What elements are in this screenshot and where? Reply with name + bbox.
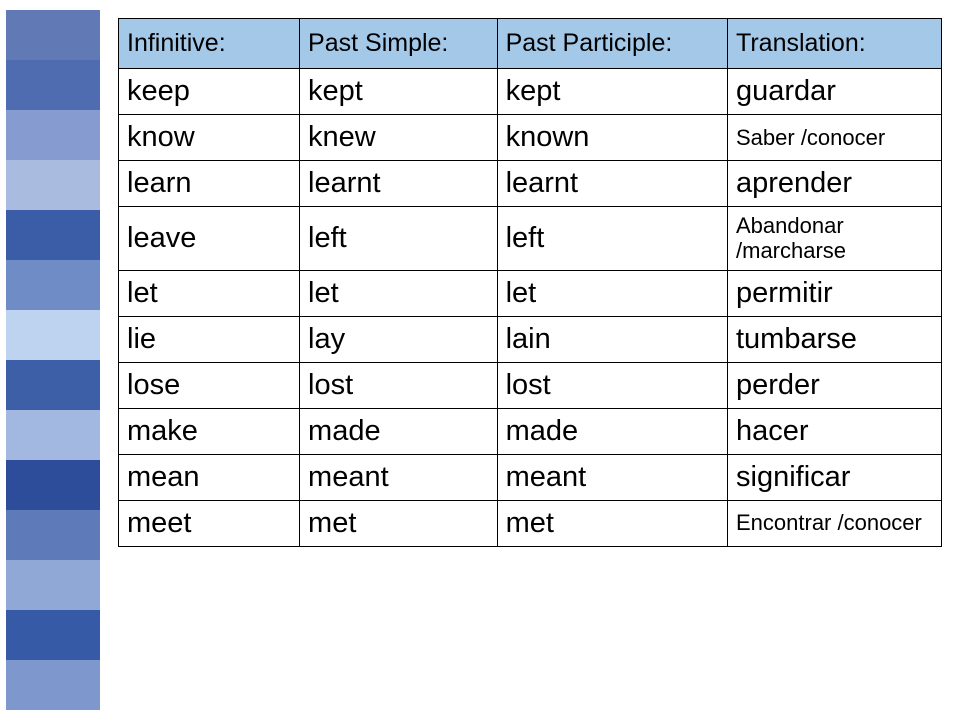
cell-past-simple: learnt: [300, 161, 498, 207]
cell-past-participle: left: [497, 207, 727, 271]
table-row: learnlearntlearntaprender: [119, 161, 942, 207]
stripe: [6, 660, 100, 710]
cell-infinitive: meet: [119, 500, 300, 546]
stripe: [6, 510, 100, 560]
cell-infinitive: make: [119, 408, 300, 454]
header-past-participle: Past Participle:: [497, 19, 727, 69]
cell-infinitive: lose: [119, 362, 300, 408]
cell-past-participle: learnt: [497, 161, 727, 207]
cell-infinitive: let: [119, 270, 300, 316]
cell-infinitive: keep: [119, 69, 300, 115]
cell-infinitive: mean: [119, 454, 300, 500]
table-row: meetmetmetEncontrar /conocer: [119, 500, 942, 546]
cell-translation: perder: [728, 362, 942, 408]
stripe: [6, 560, 100, 610]
verb-table: Infinitive: Past Simple: Past Participle…: [118, 18, 942, 547]
stripe: [6, 410, 100, 460]
stripe: [6, 260, 100, 310]
cell-translation: significar: [728, 454, 942, 500]
cell-past-simple: kept: [300, 69, 498, 115]
cell-translation: aprender: [728, 161, 942, 207]
table-row: keepkeptkeptguardar: [119, 69, 942, 115]
cell-past-participle: lain: [497, 316, 727, 362]
cell-past-participle: known: [497, 115, 727, 161]
table-row: letletletpermitir: [119, 270, 942, 316]
cell-past-simple: met: [300, 500, 498, 546]
cell-translation: tumbarse: [728, 316, 942, 362]
cell-translation: hacer: [728, 408, 942, 454]
cell-translation: guardar: [728, 69, 942, 115]
table-row: meanmeantmeantsignificar: [119, 454, 942, 500]
stripe: [6, 160, 100, 210]
cell-past-simple: knew: [300, 115, 498, 161]
cell-infinitive: lie: [119, 316, 300, 362]
stripe: [6, 460, 100, 510]
cell-infinitive: leave: [119, 207, 300, 271]
cell-past-simple: lay: [300, 316, 498, 362]
cell-translation: Encontrar /conocer: [728, 500, 942, 546]
content-area: Infinitive: Past Simple: Past Participle…: [100, 0, 960, 720]
cell-infinitive: learn: [119, 161, 300, 207]
cell-translation: Abandonar /marcharse: [728, 207, 942, 271]
cell-past-participle: lost: [497, 362, 727, 408]
cell-past-participle: met: [497, 500, 727, 546]
cell-past-participle: meant: [497, 454, 727, 500]
header-infinitive: Infinitive:: [119, 19, 300, 69]
table-row: makemademadehacer: [119, 408, 942, 454]
cell-past-simple: let: [300, 270, 498, 316]
header-past-simple: Past Simple:: [300, 19, 498, 69]
table-row: knowknewknownSaber /conocer: [119, 115, 942, 161]
decorative-sidebar: [0, 0, 100, 720]
cell-past-simple: lost: [300, 362, 498, 408]
table-header-row: Infinitive: Past Simple: Past Participle…: [119, 19, 942, 69]
table-row: lielaylaintumbarse: [119, 316, 942, 362]
cell-past-simple: made: [300, 408, 498, 454]
cell-translation: Saber /conocer: [728, 115, 942, 161]
stripe: [6, 60, 100, 110]
cell-past-participle: made: [497, 408, 727, 454]
table-row: leaveleftleftAbandonar /marcharse: [119, 207, 942, 271]
stripe: [6, 310, 100, 360]
cell-past-participle: kept: [497, 69, 727, 115]
table-row: loselostlostperder: [119, 362, 942, 408]
stripe: [6, 210, 100, 260]
cell-infinitive: know: [119, 115, 300, 161]
cell-past-simple: meant: [300, 454, 498, 500]
cell-past-participle: let: [497, 270, 727, 316]
stripe: [6, 10, 100, 60]
stripe: [6, 110, 100, 160]
cell-past-simple: left: [300, 207, 498, 271]
stripe: [6, 610, 100, 660]
cell-translation: permitir: [728, 270, 942, 316]
header-translation: Translation:: [728, 19, 942, 69]
stripe: [6, 360, 100, 410]
